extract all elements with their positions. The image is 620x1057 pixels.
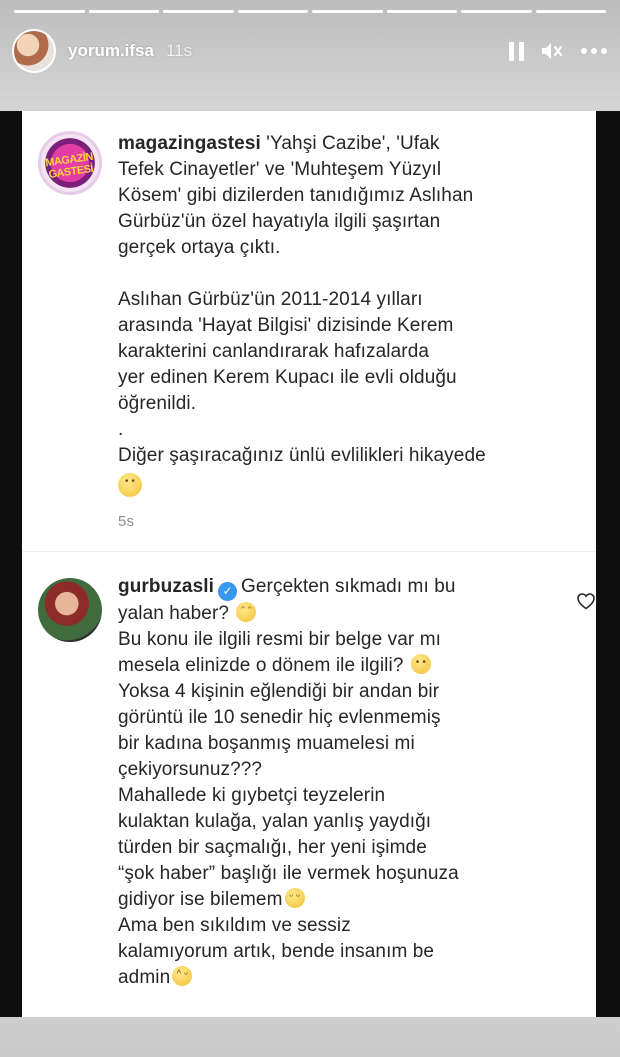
story-progress-bar xyxy=(14,10,606,13)
comment-line: Tefek Cinayetler' ve 'Muhteşem Yüzyıl xyxy=(118,159,442,180)
commenter-avatar: MAGAZİN GASTESİ xyxy=(38,131,102,195)
story-username[interactable]: yorum.ifsa xyxy=(68,41,154,61)
comment-dot: . xyxy=(118,419,124,440)
comment-line: gerçek ortaya çıktı. xyxy=(118,237,281,258)
progress-segment xyxy=(461,10,532,13)
screenshot-right-edge xyxy=(596,111,620,1017)
comment-line: karakterini canlandırarak hafızalarda xyxy=(118,341,430,362)
comment-line: gurbuzasli ✓ Gerçekten sıkmadı mı bu xyxy=(118,574,582,601)
comment-line: admin ^ ᵕ xyxy=(118,965,582,991)
comment-screenshot: MAGAZİN GASTESİ magazingastesi 'Yahşi Ca… xyxy=(0,111,620,1017)
comment-line: Gürbüz'ün özel hayatıyla ilgili şaşırtan xyxy=(118,211,441,232)
comment-magazingastesi: MAGAZİN GASTESİ magazingastesi 'Yahşi Ca… xyxy=(38,131,582,535)
comment-line: çekiyorsunuz??? xyxy=(118,759,263,780)
divider xyxy=(22,551,596,552)
comment-line: yer edinen Kerem Kupacı ile evli olduğu xyxy=(118,367,457,388)
like-heart-icon[interactable] xyxy=(576,592,596,615)
comment-line-text: yalan haber? xyxy=(118,603,230,624)
comment-line-text: gidiyor ise bilemem xyxy=(118,889,283,910)
thinking-emoji-icon: • • xyxy=(410,654,431,674)
comment-line: yalan haber? ᵔ ᵔ xyxy=(118,601,582,627)
verified-badge-icon: ✓ xyxy=(218,582,238,601)
avatar-logo-text: MAGAZİN GASTESİ xyxy=(44,150,94,182)
screenshot-left-edge xyxy=(0,111,22,1017)
more-options-icon[interactable] xyxy=(580,47,608,55)
flushed-emoji-icon: • • xyxy=(118,473,142,497)
comment-line: arasında 'Hayat Bilgisi' dizisinde Kerem xyxy=(118,315,454,336)
progress-segment xyxy=(237,10,308,13)
progress-segment xyxy=(88,10,159,13)
comment-line-text: 'Yahşi Cazibe', 'Ufak xyxy=(266,133,440,154)
story-avatar[interactable] xyxy=(12,29,56,73)
comment-line: magazingastesi 'Yahşi Cazibe', 'Ufak xyxy=(118,131,582,157)
comment-line: Ama ben sıkıldım ve sessiz xyxy=(118,915,351,936)
comment-time: 5s xyxy=(118,513,135,530)
smirk-emoji-icon: ᵔ ᵔ xyxy=(236,602,257,622)
comment-line: Aslıhan Gürbüz'ün 2011-2014 yılları xyxy=(118,289,423,310)
story-controls xyxy=(509,41,608,61)
story-header: yorum.ifsa 11s xyxy=(12,28,608,74)
comment-line: Diğer şaşıracağınız ünlü evlilikleri hik… xyxy=(118,445,486,466)
comment-line: öğrenildi. xyxy=(118,393,197,414)
comment-line: Kösem' gibi dizilerden tanıdığımız Aslıh… xyxy=(118,185,474,206)
progress-segment xyxy=(14,10,85,13)
comment-line: mesela elinizde o dönem ile ilgili? • • xyxy=(118,653,582,679)
comment-line-text: mesela elinizde o dönem ile ilgili? xyxy=(118,655,404,676)
comment-username: gurbuzasli xyxy=(118,576,215,597)
progress-segment xyxy=(535,10,606,13)
commenter-avatar xyxy=(38,578,102,642)
comment-line: gidiyor ise bilemem ᵕ ᵕ xyxy=(118,887,582,913)
comment-username: magazingastesi xyxy=(118,133,261,154)
comment-text: magazingastesi 'Yahşi Cazibe', 'Ufak Tef… xyxy=(118,131,582,535)
comment-line: kalamıyorum artık, bende insanım be xyxy=(118,941,435,962)
comment-line: bir kadına boşanmış muamelesi mi xyxy=(118,733,415,754)
comment-line: Mahallede ki gıybetçi teyzelerin xyxy=(118,785,386,806)
story-time: 11s xyxy=(165,41,193,60)
progress-segment xyxy=(163,10,234,13)
comment-gurbuzasli: gurbuzasli ✓ Gerçekten sıkmadı mı bu yalan… xyxy=(38,574,595,991)
comment-line: görüntü ile 10 senedir hiç evlenmemiş xyxy=(118,707,441,728)
comment-line: kulaktan kulağa, yalan yanlış yaydığı xyxy=(118,811,432,832)
comment-text: gurbuzasli ✓ Gerçekten sıkmadı mı bu yalan… xyxy=(118,574,582,991)
woman-facepalm-emoji-icon: ᵕ ᵕ xyxy=(284,888,305,908)
comment-line-text: Gerçekten sıkmadı mı bu xyxy=(241,576,456,597)
wink-kiss-emoji-icon: ^ ᵕ xyxy=(172,966,193,986)
comment-line: Yoksa 4 kişinin eğlendiği bir andan bir xyxy=(118,681,440,702)
comment-line-text: admin xyxy=(118,967,171,988)
mute-icon[interactable] xyxy=(540,41,564,61)
progress-segment xyxy=(386,10,457,13)
comment-line: “şok haber” başlığı ile vermek hoşunuza xyxy=(118,863,459,884)
pause-icon[interactable] xyxy=(509,41,524,61)
comment-line: Bu konu ile ilgili resmi bir belge var m… xyxy=(118,629,441,650)
progress-segment xyxy=(312,10,383,13)
comment-line: türden bir saçmalığı, her yeni işimde xyxy=(118,837,427,858)
